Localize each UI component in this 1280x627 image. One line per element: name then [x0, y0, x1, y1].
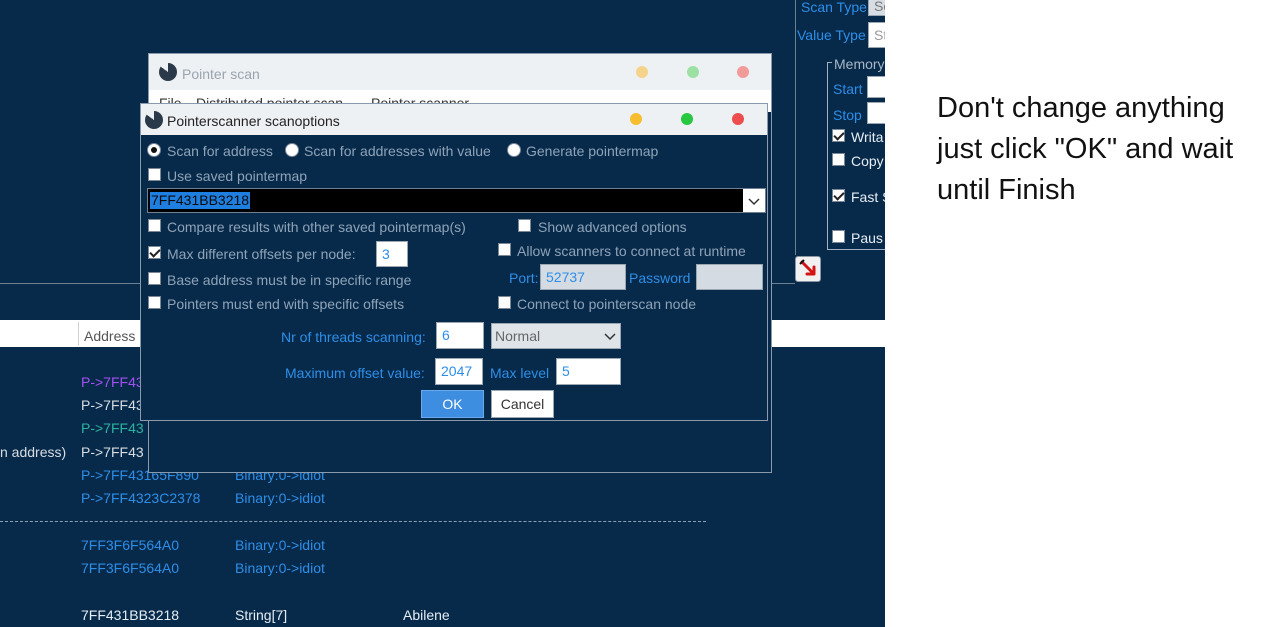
table-row-type: Binary:0->idiot — [235, 537, 325, 553]
scan-for-addresses-with-value-radio[interactable] — [285, 143, 299, 157]
memory-group-label: Memory — [832, 55, 885, 73]
generate-pointermap-label: Generate pointermap — [526, 143, 659, 159]
instruction-line-1: Don't change anything — [937, 92, 1225, 124]
allow-scanners-label: Allow scanners to connect at runtime — [517, 243, 746, 259]
close-button[interactable] — [732, 113, 744, 125]
pointers-end-offsets-checkbox[interactable] — [148, 296, 161, 309]
scanoptions-title: Pointerscanner scanoptions — [167, 113, 340, 129]
password-label: Password — [629, 270, 691, 286]
maximize-button[interactable] — [687, 66, 699, 78]
max-offset-value-field[interactable]: 2047 — [435, 358, 483, 385]
compare-results-checkbox[interactable] — [148, 219, 161, 232]
add-address-manually-button[interactable] — [795, 256, 821, 282]
connect-node-label: Connect to pointerscan node — [517, 296, 697, 312]
start-address-field[interactable] — [867, 76, 885, 98]
port-field[interactable]: 52737 — [540, 264, 626, 290]
table-row-value: Abilene — [403, 607, 450, 623]
red-arrow-icon — [799, 259, 816, 276]
allow-scanners-checkbox[interactable] — [498, 243, 511, 256]
use-saved-pointermap-checkbox[interactable] — [148, 168, 161, 181]
side-label: n address) — [0, 444, 67, 460]
scan-type-label: Scan Type — [801, 0, 867, 15]
ok-button[interactable]: OK — [421, 390, 484, 418]
header-separator — [78, 322, 79, 345]
max-offsets-field[interactable]: 3 — [376, 241, 408, 267]
panel-divider — [795, 0, 796, 255]
pause-checkbox[interactable] — [832, 230, 845, 243]
pointer-scan-title: Pointer scan — [182, 66, 260, 82]
pointers-end-offsets-label: Pointers must end with specific offsets — [167, 296, 405, 312]
table-row-type: Binary:0->idiot — [235, 490, 325, 506]
copy-checkbox[interactable] — [832, 153, 845, 166]
port-label: Port: — [509, 270, 539, 286]
use-saved-pointermap-label: Use saved pointermap — [167, 168, 308, 184]
minimize-button[interactable] — [630, 113, 642, 125]
start-label: Start — [833, 81, 863, 97]
group-separator — [0, 521, 706, 522]
fast-scan-label: Fast S — [851, 189, 885, 205]
connect-node-checkbox[interactable] — [498, 296, 511, 309]
scan-for-address-label: Scan for address — [167, 143, 273, 159]
address-combobox[interactable]: 7FF431BB3218 — [147, 188, 766, 213]
table-row-type: String[7] — [235, 607, 288, 623]
table-row[interactable]: P->7FF43 — [81, 374, 144, 390]
value-type-label: Value Type — [797, 27, 866, 43]
copy-label: Copy — [851, 153, 884, 169]
scan-type-select[interactable]: Se — [868, 0, 885, 16]
cancel-button[interactable]: Cancel — [491, 390, 554, 418]
base-address-range-label: Base address must be in specific range — [167, 272, 412, 288]
cheat-engine-icon — [145, 111, 163, 129]
table-row[interactable]: P->7FF43 — [81, 420, 144, 436]
show-advanced-label: Show advanced options — [538, 219, 687, 235]
address-combobox-value: 7FF431BB3218 — [150, 192, 251, 209]
table-row[interactable]: P->7FF43 — [81, 397, 144, 413]
value-type-select[interactable]: St — [868, 22, 885, 48]
table-row[interactable]: 7FF3F6F564A0 — [81, 537, 179, 553]
pause-label: Paus — [851, 230, 883, 246]
chevron-down-icon — [748, 198, 760, 206]
table-row[interactable]: P->7FF4323C2378 — [81, 490, 200, 506]
writable-checkbox[interactable] — [832, 129, 845, 142]
max-level-field[interactable]: 5 — [556, 358, 621, 385]
scan-for-address-radio[interactable] — [147, 143, 161, 157]
fast-scan-checkbox[interactable] — [832, 189, 845, 202]
writable-label: Writa — [851, 129, 884, 145]
threads-label: Nr of threads scanning: — [281, 329, 426, 345]
max-offsets-checkbox[interactable] — [148, 246, 161, 259]
address-column-header[interactable]: Address — [84, 327, 135, 345]
max-offsets-label: Max different offsets per node: — [167, 246, 356, 262]
table-row[interactable]: 7FF431BB3218 — [81, 607, 179, 623]
maximize-button[interactable] — [681, 113, 693, 125]
table-row-type: Binary:0->idiot — [235, 560, 325, 576]
thread-priority-value: Normal — [495, 328, 541, 344]
max-offset-value-label: Maximum offset value: — [285, 365, 425, 381]
table-row[interactable]: 7FF3F6F564A0 — [81, 560, 179, 576]
chevron-down-icon — [604, 333, 616, 341]
thread-priority-select[interactable]: Normal — [491, 323, 621, 349]
password-field[interactable] — [696, 264, 763, 290]
show-advanced-checkbox[interactable] — [518, 219, 531, 232]
combobox-dropdown[interactable] — [743, 189, 765, 212]
base-address-range-checkbox[interactable] — [148, 272, 161, 285]
instruction-line-3: until Finish — [937, 174, 1076, 206]
table-row[interactable]: P->7FF43 — [81, 444, 144, 460]
max-level-label: Max level — [490, 365, 550, 381]
stop-label: Stop — [833, 107, 862, 123]
compare-results-label: Compare results with other saved pointer… — [167, 219, 466, 235]
instruction-line-2: just click "OK" and wait — [937, 133, 1234, 165]
stop-address-field[interactable] — [867, 102, 885, 124]
minimize-button[interactable] — [636, 66, 648, 78]
threads-field[interactable]: 6 — [436, 322, 484, 349]
instruction-annotation: Don't change anything just click "OK" an… — [937, 88, 1277, 211]
generate-pointermap-radio[interactable] — [507, 143, 521, 157]
close-button[interactable] — [737, 66, 749, 78]
scan-for-addresses-with-value-label: Scan for addresses with value — [304, 143, 491, 159]
cheat-engine-icon — [159, 63, 177, 81]
